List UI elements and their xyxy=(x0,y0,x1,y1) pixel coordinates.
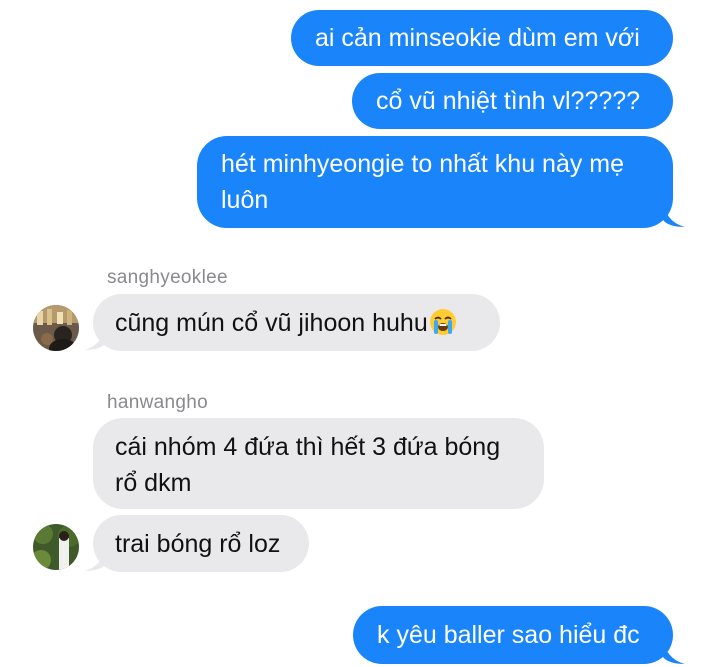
sender-name: hanwangho xyxy=(107,392,208,413)
bubble-tail xyxy=(84,550,106,571)
received-message-bubble[interactable]: trai bóng rổ loz xyxy=(93,515,309,572)
avatar[interactable] xyxy=(33,524,79,570)
message-text: cổ vũ nhiệt tình vl????? xyxy=(376,87,641,115)
bubble-tail xyxy=(663,643,685,664)
sender-name: sanghyeoklee xyxy=(107,267,228,288)
avatar-image xyxy=(33,305,79,351)
avatar[interactable] xyxy=(33,305,79,351)
message-text: trai bóng rổ loz xyxy=(115,530,281,558)
sent-message-bubble[interactable]: ai cản minseokie dùm em với xyxy=(291,10,673,66)
message-text: cũng mún cổ vũ jihoon huhu xyxy=(115,309,428,337)
avatar-image xyxy=(33,524,79,570)
message-text: hét minhyeongie to nhất khu này mẹ luôn xyxy=(221,150,625,214)
received-message-bubble[interactable]: cái nhóm 4 đứa thì hết 3 đứa bóng rổ dkm xyxy=(93,418,544,509)
message-text: cái nhóm 4 đứa thì hết 3 đứa bóng rổ dkm xyxy=(115,433,501,497)
bubble-tail xyxy=(84,329,106,350)
received-message-bubble[interactable]: cũng mún cổ vũ jihoon huhu xyxy=(93,294,500,351)
sent-message-bubble[interactable]: k yêu baller sao hiểu đc xyxy=(353,606,673,664)
message-text: ai cản minseokie dùm em với xyxy=(315,24,640,52)
sent-message-bubble[interactable]: hét minhyeongie to nhất khu này mẹ luôn xyxy=(197,136,673,228)
loudly-crying-face-icon xyxy=(429,308,457,336)
sent-message-bubble[interactable]: cổ vũ nhiệt tình vl????? xyxy=(352,73,673,129)
bubble-tail xyxy=(663,206,685,227)
message-text: k yêu baller sao hiểu đc xyxy=(377,621,640,649)
